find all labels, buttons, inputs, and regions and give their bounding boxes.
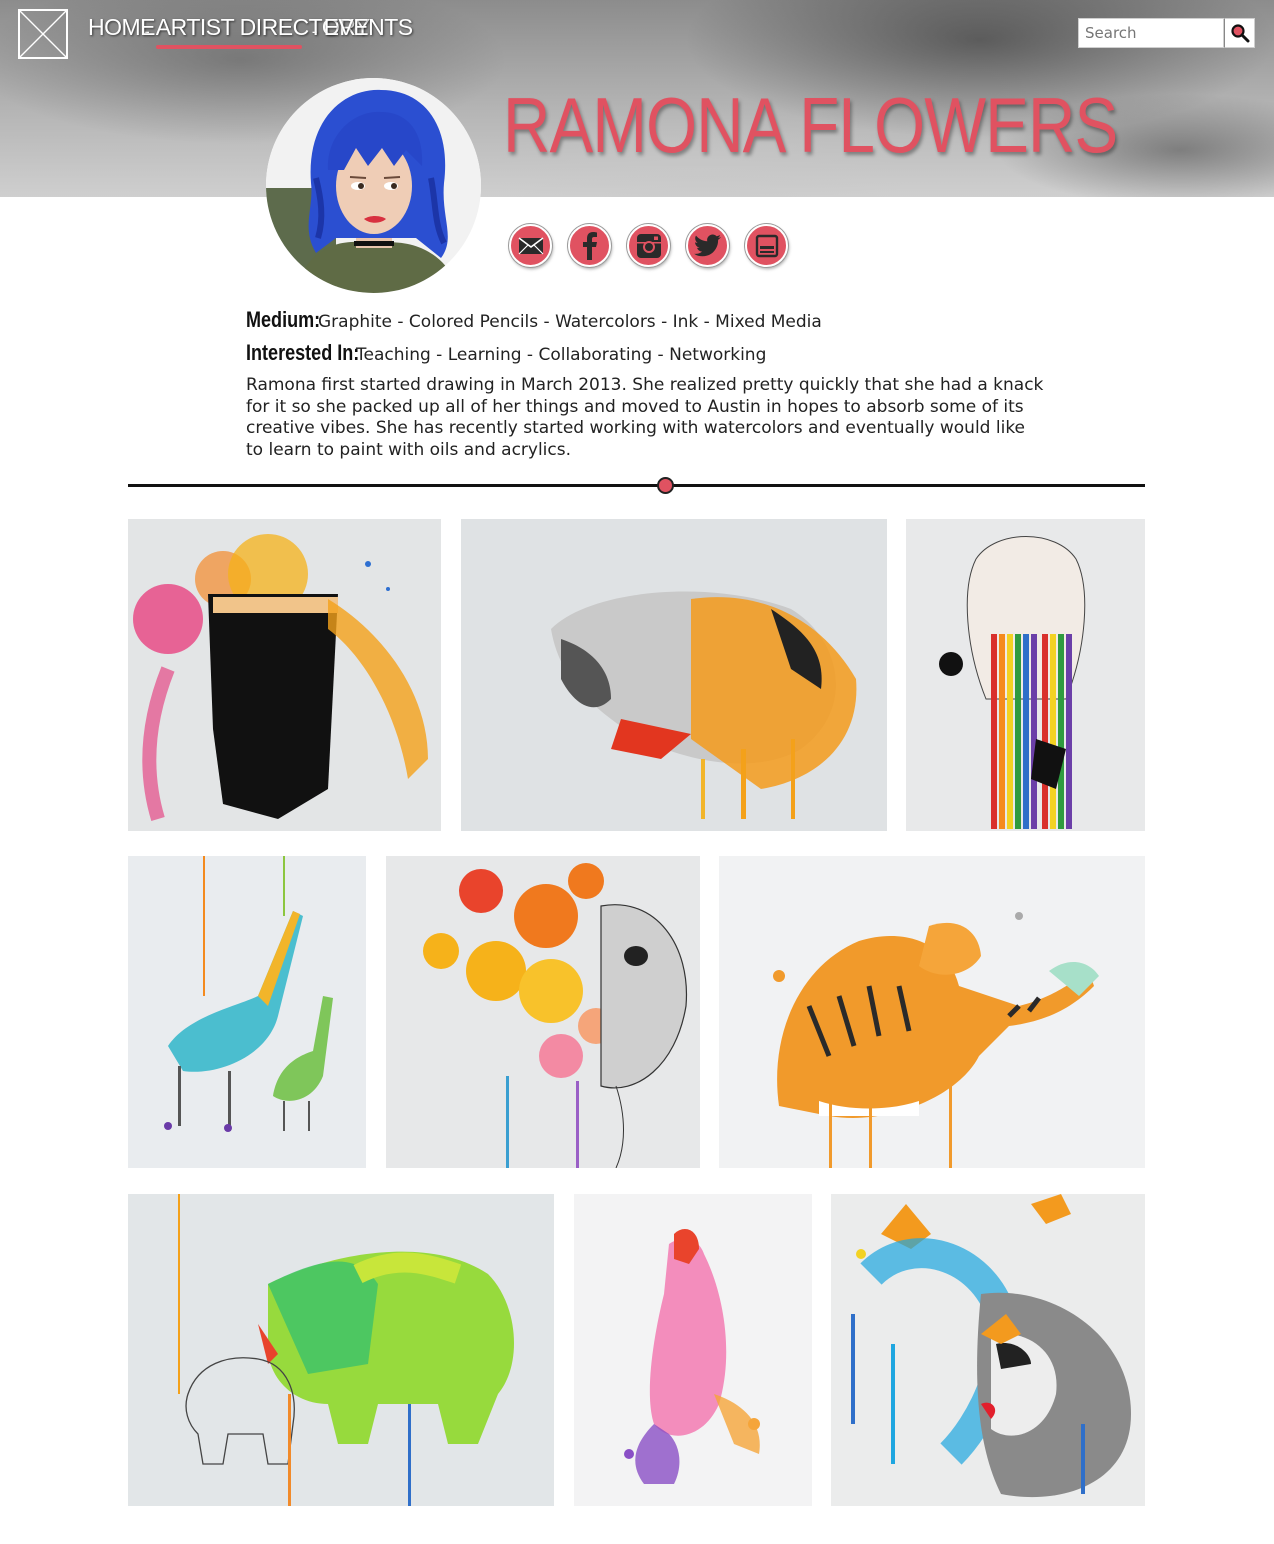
artist-bio: Ramona first started drawing in March 20… <box>246 375 1044 460</box>
section-divider <box>128 484 1145 487</box>
search-button[interactable] <box>1224 18 1255 48</box>
artwork-rainbow-tears[interactable] <box>906 519 1145 831</box>
twitter-button[interactable] <box>686 224 729 267</box>
artwork-hippo[interactable] <box>574 1194 812 1506</box>
main-nav: HOME - ARTIST DIRECTORY - EVENTS <box>88 14 414 50</box>
portfolio-button[interactable] <box>745 224 788 267</box>
twitter-icon <box>693 234 721 256</box>
medium-row: Medium: Graphite - Colored Pencils - Wat… <box>246 307 822 333</box>
artist-portrait-image <box>266 78 481 293</box>
artist-name: RAMONA FLOWERS <box>503 81 1118 169</box>
facebook-icon <box>582 231 597 260</box>
nav-home[interactable]: HOME <box>88 14 156 40</box>
facebook-button[interactable] <box>568 224 611 267</box>
artwork-flower-skull-woman[interactable] <box>386 856 700 1168</box>
interests-label: Interested In: <box>246 340 360 365</box>
artwork-lioness-image <box>551 591 857 819</box>
portfolio-icon <box>755 234 778 257</box>
instagram-button[interactable] <box>627 224 670 267</box>
site-logo[interactable] <box>18 9 68 59</box>
artwork-butterfly-woman[interactable] <box>831 1194 1145 1506</box>
artwork-rhinos-image <box>178 1194 515 1506</box>
artwork-tiger-image <box>773 912 1099 1168</box>
artwork-flower-skull-woman-image <box>423 863 688 1168</box>
artwork-veiled-woman-image <box>133 534 428 822</box>
artwork-giraffes-image <box>164 856 333 1132</box>
nav-home-wrap: HOME <box>88 14 156 50</box>
search-icon <box>1230 24 1249 43</box>
medium-label: Medium: <box>246 307 321 332</box>
email-button[interactable] <box>509 224 552 267</box>
logo-placeholder-icon <box>20 11 66 57</box>
artwork-butterfly-woman-image <box>851 1194 1131 1498</box>
nav-events[interactable]: EVENTS <box>324 14 414 40</box>
artwork-tiger[interactable] <box>719 856 1145 1168</box>
artwork-lioness[interactable] <box>461 519 887 831</box>
social-links <box>509 224 788 267</box>
divider-dot <box>657 477 674 494</box>
search-input[interactable] <box>1078 18 1224 48</box>
active-nav-underline <box>155 45 302 49</box>
artwork-giraffes[interactable] <box>128 856 366 1168</box>
header-banner: HOME - ARTIST DIRECTORY - EVENTS RAMONA … <box>0 0 1274 197</box>
interests-row: Interested In: Teaching - Learning - Col… <box>246 340 766 366</box>
artwork-veiled-woman[interactable] <box>128 519 441 831</box>
instagram-icon <box>636 233 661 258</box>
nav-events-wrap: EVENTS <box>324 14 414 50</box>
interests-value: Teaching - Learning - Collaborating - Ne… <box>356 345 767 365</box>
email-icon <box>518 236 543 254</box>
artwork-rainbow-tears-image <box>939 536 1086 829</box>
medium-value: Graphite - Colored Pencils - Watercolors… <box>318 312 822 332</box>
nav-artist-directory-wrap: ARTIST DIRECTORY <box>155 14 370 50</box>
artwork-hippo-image <box>624 1229 760 1484</box>
artist-avatar <box>266 78 481 293</box>
artwork-rhinos[interactable] <box>128 1194 554 1506</box>
